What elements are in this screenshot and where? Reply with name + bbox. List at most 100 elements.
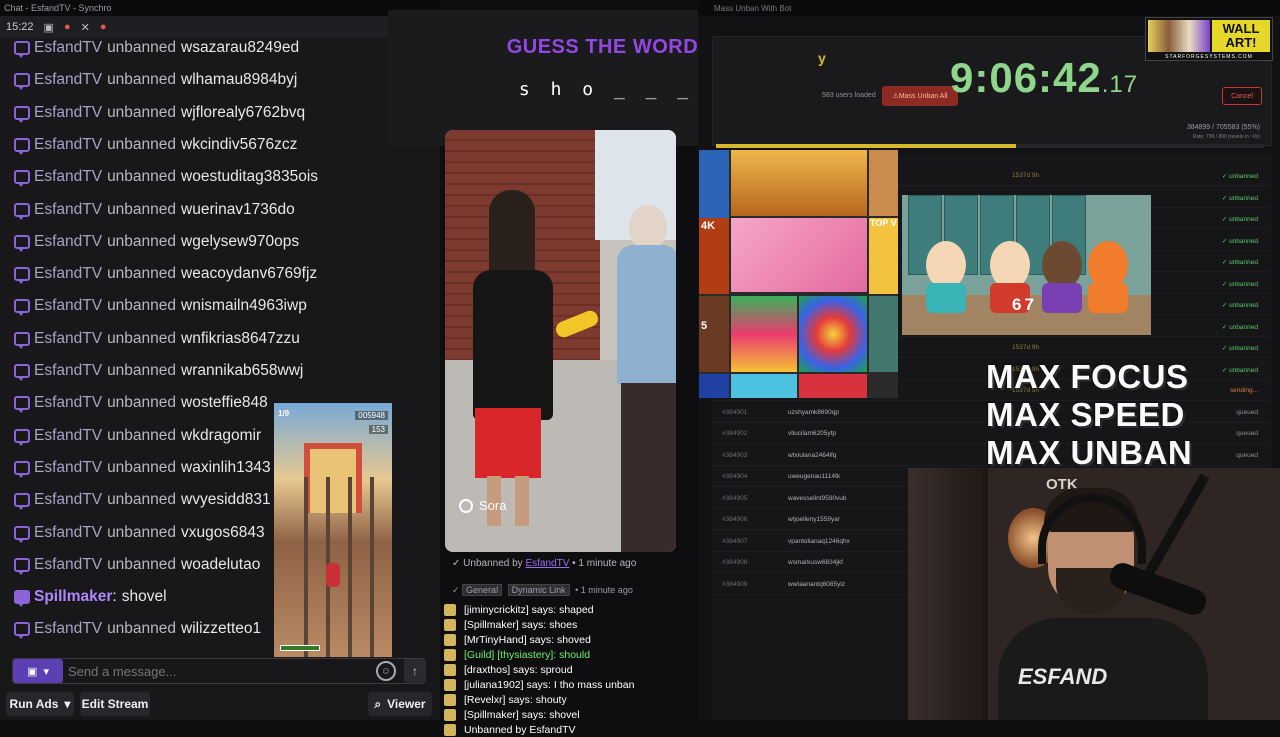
cartoon-kid <box>1042 241 1082 289</box>
chat-badge-icon <box>14 105 30 123</box>
chat-action: unbanned <box>107 39 177 56</box>
chat-badge-icon <box>14 41 30 58</box>
chat-action: unbanned <box>107 458 177 476</box>
cartoon-kid-body <box>1088 283 1128 313</box>
chat-username[interactable]: EsfandTV <box>34 71 102 89</box>
chat-action: unbanned <box>107 232 177 250</box>
queue-status: queued <box>1236 430 1258 437</box>
queue-username: uweugenau1114tk <box>788 473 841 480</box>
tag: General <box>462 584 503 596</box>
chat-target-user[interactable]: wuerinav1736do <box>181 201 295 219</box>
game-hud: 1/9 <box>278 409 290 418</box>
queue-id: #384907 <box>722 537 748 545</box>
check-icon: ✓ <box>452 558 464 569</box>
label-s: 5 <box>701 320 708 332</box>
chat-username[interactable]: EsfandTV <box>34 136 102 154</box>
mass-unban-label: Mass Unban All <box>898 92 948 100</box>
queue-username: wavesselint9590vub <box>788 494 847 502</box>
chat-target-user[interactable]: wsazarau8249ed <box>181 39 299 57</box>
cartoon-kid-body <box>1042 283 1082 313</box>
chat-username[interactable]: EsfandTV <box>34 427 102 445</box>
chat-username[interactable]: EsfandTV <box>34 459 102 477</box>
chat-username[interactable]: EsfandTV <box>34 104 102 122</box>
chat-message: EsfandTV unbanned weacoydanv6769fjz <box>0 258 440 290</box>
unbanned-prefix: Unbanned by <box>463 558 523 569</box>
chat-message-input[interactable] <box>68 661 358 681</box>
chat-username[interactable]: EsfandTV <box>34 330 102 348</box>
chat-target-user[interactable]: wnismailn4963iwp <box>181 297 307 315</box>
chat-username[interactable]: Spillmaker <box>34 588 112 606</box>
chevron-down-icon: ▾ <box>43 665 49 678</box>
viewer-label: Viewer <box>387 697 426 711</box>
video-player[interactable]: Sora <box>445 130 676 552</box>
chat-username[interactable]: EsfandTV <box>34 233 102 251</box>
chat-username[interactable]: EsfandTV <box>34 394 102 412</box>
chat-badge-icon <box>14 267 30 285</box>
chat-mode-button[interactable]: ▣ ▾ <box>13 659 63 683</box>
mass-unban-all-button[interactable]: ⚠ Mass Unban All <box>882 86 958 106</box>
run-ads-button[interactable]: Run Ads ▾ <box>6 692 74 716</box>
chat-target-user[interactable]: weacoydanv6769fjz <box>181 265 317 283</box>
rail <box>304 477 308 657</box>
unbanned-by-link[interactable]: EsfandTV <box>525 558 569 569</box>
microphone <box>1106 559 1210 619</box>
chat-target-user[interactable]: wilizzetteo1 <box>181 620 261 638</box>
chat-username[interactable]: EsfandTV <box>34 297 102 315</box>
chat-target-user[interactable]: woestuditag3835ois <box>181 168 318 186</box>
chat-target-user[interactable]: wgelysew970ops <box>181 233 299 251</box>
queue-status: queued <box>1236 451 1258 459</box>
time-ago: • 1 minute ago <box>575 585 633 595</box>
queue-id: #384902 <box>722 430 748 437</box>
queue-status: ✓ unbanned <box>1221 302 1258 309</box>
mass-unban-tab-title: Mass Unban With Bot <box>714 3 792 13</box>
chat-target-user[interactable]: wosteffie848 <box>181 394 268 412</box>
viewer-button[interactable]: ⌕ Viewer <box>368 692 432 716</box>
chat-username[interactable]: EsfandTV <box>34 168 102 186</box>
chat-badge-icon <box>14 137 30 155</box>
guess-log-text: [Spillmaker] says: shoes <box>464 618 578 631</box>
send-button[interactable]: ↑ <box>404 659 426 683</box>
timer-ms: .17 <box>1101 71 1139 98</box>
chat-target-user[interactable]: vxugos6843 <box>181 524 265 542</box>
chat-message-text: shovel <box>121 588 167 606</box>
label-4k: 4K <box>701 220 716 232</box>
guess-log-text: [MrTinyHand] says: shoved <box>464 633 591 646</box>
bot-icon <box>444 633 456 646</box>
guess-log-text: [juliana1902] says: I tho mass unban <box>464 678 635 691</box>
run-ads-label: Run Ads <box>9 697 59 711</box>
cartoon-kid <box>926 241 966 289</box>
tags-line: ✓ General Dynamic Link • 1 minute ago <box>452 584 692 596</box>
chat-target-user[interactable]: waxinlih1343 <box>181 459 271 477</box>
chat-target-user[interactable]: wkcindiv5676zcz <box>181 136 297 154</box>
queue-status: ✓ unbanned <box>1221 280 1258 288</box>
chat-target-user[interactable]: woadelutao <box>181 556 260 574</box>
chat-target-user[interactable]: wnfikrias8647zzu <box>181 330 300 348</box>
queue-username: vpantolianaq1246qhx <box>788 537 850 545</box>
chat-target-user[interactable]: wjflorealy6762bvq <box>181 104 305 122</box>
chat-action: unbanned <box>107 135 177 153</box>
queue-status: ✓ unbanned <box>1221 259 1258 266</box>
queue-username: uzshyamk8690qp <box>788 408 839 416</box>
cancel-button[interactable]: Cancel <box>1222 87 1262 105</box>
chat-username[interactable]: EsfandTV <box>34 201 102 219</box>
chat-username[interactable]: EsfandTV <box>34 491 102 509</box>
chat-target-user[interactable]: wlhamau8984byj <box>181 71 297 89</box>
chat-username[interactable]: EsfandTV <box>34 265 102 283</box>
cartoon-number: 67 <box>1012 295 1037 314</box>
chat-target-user[interactable]: wvyesidd831 <box>181 491 271 509</box>
chat-username[interactable]: EsfandTV <box>34 362 102 380</box>
chat-username[interactable]: EsfandTV <box>34 524 102 542</box>
chat-message: EsfandTV unbanned wnfikrias8647zzu <box>0 323 440 355</box>
emoji-picker-icon[interactable]: ☺ <box>376 661 396 681</box>
queue-status: queued <box>1236 408 1258 416</box>
bot-icon <box>444 618 456 631</box>
queue-status: ✓ unbanned <box>1221 216 1258 223</box>
game-arch <box>304 443 362 513</box>
queue-status: ✓ unbanned <box>1221 323 1258 331</box>
chat-target-user[interactable]: wkdragomir <box>181 427 261 445</box>
chat-username[interactable]: EsfandTV <box>34 39 102 57</box>
chat-username[interactable]: EsfandTV <box>34 556 102 574</box>
chat-target-user[interactable]: wrannikab658wwj <box>181 362 303 380</box>
chat-username[interactable]: EsfandTV <box>34 620 102 638</box>
edit-stream-button[interactable]: Edit Stream <box>80 692 150 716</box>
